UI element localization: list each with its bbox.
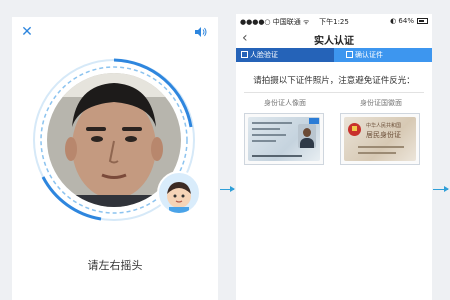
portrait-thumbnail [298,124,316,148]
photo-hint: 请拍摄以下证件照片，注意避免证件反光： [253,76,415,86]
card-country: 中华人民共和国 [366,123,402,129]
head-shake-instruction: 请左右摇头 [87,259,143,272]
id-front-slot[interactable]: 身份证人像面 [244,98,326,165]
card-title: 居民身份证 [366,131,401,139]
flow-stage: ✕ 请左右摇头 ●●●●○ 中国联通 ᯤ 下午1:25 ◐ 64% ‹ 实人认证… [0,0,450,300]
speaker-icon[interactable] [194,26,208,38]
progress-steps: 人脸验证 确认证件 [236,48,432,62]
step-label: 人脸验证 [250,51,278,59]
face-scan-screen: ✕ 请左右摇头 [12,17,218,300]
id-verify-screen: ●●●●○ 中国联通 ᯤ 下午1:25 ◐ 64% ‹ 实人认证 人脸验证 确认… [236,14,432,300]
cartoon-avatar-icon [157,171,201,215]
id-back-photo[interactable]: 中华人民共和国 居民身份证 [340,113,420,165]
close-icon[interactable]: ✕ [20,25,34,39]
flow-arrow [433,186,449,192]
id-front-photo[interactable] [244,113,324,165]
status-bar: ●●●●○ 中国联通 ᯤ 下午1:25 ◐ 64% [236,14,432,28]
battery-icon [417,18,428,24]
id-card-back-image: 中华人民共和国 居民身份证 [344,117,416,161]
battery-percent: ◐ 64% [390,17,414,25]
page-title: 实人认证 [314,36,354,47]
step-confirm-id: 确认证件 [334,48,432,62]
card-label: 身份证人像面 [264,99,306,107]
id-back-slot[interactable]: 身份证国徽面 中华人民共和国 居民身份证 [340,98,422,165]
flow-arrow [220,186,235,192]
id-card-front-image [248,117,320,161]
step-label: 确认证件 [355,51,383,59]
nav-bar: ‹ 实人认证 [236,28,432,48]
step-face-verify: 人脸验证 [236,48,341,62]
id-card-icon [346,51,353,58]
person-icon [241,51,248,58]
divider [244,92,424,93]
national-emblem-icon [348,123,361,136]
card-label: 身份证国徽面 [360,99,402,107]
